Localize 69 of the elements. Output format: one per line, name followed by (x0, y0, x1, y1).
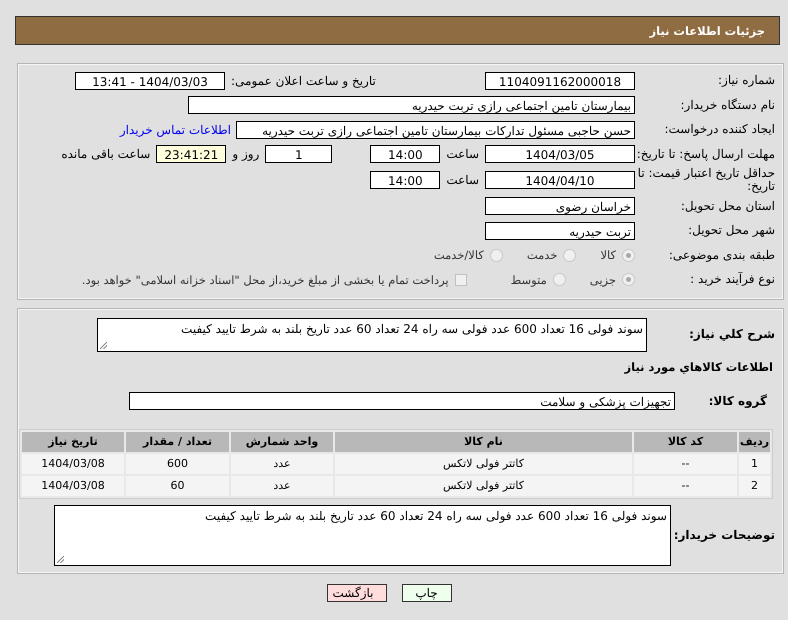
field-label: گروه کالا: (708, 394, 768, 408)
checkbox-label: پرداخت تمام یا بخشی از مبلغ خرید،از محل "اسناد خزانه اسلامی" خواهد بود. (82, 272, 449, 286)
field-label: استان محل تحویل: (680, 200, 775, 212)
table-cell: عدد (231, 454, 333, 474)
resize-grip-icon[interactable] (57, 556, 64, 562)
buyer-org-field: بیمارستان تامین اجتماعی رازی تربت حیدریه (188, 96, 635, 114)
table-cell: کاتتر فولی لاتکس (335, 476, 632, 496)
city-field: تربت حیدریه (485, 222, 635, 240)
time-label: ساعت (445, 147, 480, 161)
radio-label: جزیی (590, 272, 616, 286)
field-label: نوع فرآیند خرید : (689, 273, 775, 286)
buyer-notes-textarea[interactable]: سوند فولی 16 تعداد 600 عدد فولی سه راه 24 تعداد 60 عدد تاریخ بلند به شرط تایید کیفیت (54, 504, 671, 566)
field-label: ایجاد کننده درخواست: (663, 123, 775, 136)
days-field: 1 (265, 145, 332, 163)
requester-field: حسن حاجبی مسئول تدارکات بیمارستان تامین اجتماعی رازی تربت حیدریه (236, 120, 635, 138)
table-cell: -- (634, 454, 737, 474)
province-field: خراسان رضوی (485, 197, 635, 215)
deadline-date-field: 1404/03/05 (485, 145, 635, 163)
radio-button[interactable] (490, 248, 503, 262)
column-header: کد کالا (634, 432, 737, 452)
field-label: توضیحات خریدار: (672, 528, 775, 542)
column-header: ردیف (739, 432, 770, 452)
table-cell: کاتتر فولی لاتکس (335, 454, 632, 474)
remaining-label: ساعت باقی مانده (60, 147, 152, 161)
radio-button[interactable] (552, 273, 566, 286)
validity-time-field: 14:00 (370, 171, 440, 189)
radio-label: کالا/خدمت (434, 248, 484, 262)
goods-group-field: تجهیزات پزشکی و سلامت (129, 392, 675, 410)
contact-link[interactable]: اطلاعات تماس خریدار (120, 122, 231, 136)
description-textarea[interactable]: سوند فولی 16 تعداد 600 عدد فولی سه راه 24 تعداد 60 عدد تاریخ بلند به شرط تایید کیفیت (97, 318, 647, 352)
column-header: تعداد / مقدار (126, 432, 229, 452)
field-label: شماره نیاز: (717, 74, 775, 87)
column-header: تاریخ نیاز (22, 432, 124, 452)
need-number-field: 1104091162000018 (485, 72, 635, 90)
table-cell: 1 (739, 454, 770, 474)
time-label: ساعت (445, 173, 480, 187)
resize-grip-icon[interactable] (100, 342, 107, 348)
radio-button[interactable] (563, 248, 576, 262)
column-header: نام کالا (335, 432, 632, 452)
field-label: حداقل تاریخ اعتبار قیمت: تا تاریخ: (636, 167, 775, 193)
field-label: مهلت ارسال پاسخ: تا تاریخ: (636, 148, 775, 160)
field-label: نام دستگاه خریدار: (680, 98, 775, 112)
back-button[interactable]: بازگشت (326, 584, 386, 602)
checkbox[interactable] (454, 274, 467, 286)
validity-date-field: 1404/04/10 (485, 171, 635, 189)
page-title: جزئیات اطلاعات نیاز (649, 24, 765, 38)
table-cell: عدد (231, 476, 333, 496)
table-cell: 1404/03/08 (22, 476, 124, 496)
radio-label: کالا (600, 248, 616, 262)
table-cell: 600 (126, 454, 229, 474)
radio-button[interactable] (622, 273, 635, 286)
deadline-time-field: 14:00 (370, 145, 440, 163)
table-cell: 2 (739, 476, 770, 496)
days-label: روز و (230, 147, 260, 161)
field-label: شهر محل تحویل: (687, 224, 775, 237)
radio-label: متوسط (510, 272, 547, 286)
field-label: تاریخ و ساعت اعلان عمومی: (230, 74, 377, 88)
table-cell: 60 (126, 476, 229, 496)
remaining-time-field: 23:41:21 (156, 145, 226, 163)
print-button[interactable]: چاپ (402, 584, 452, 602)
radio-button[interactable] (622, 248, 635, 262)
radio-label: خدمت (526, 248, 558, 262)
section-title: اطلاعات کالاهاي مورد نياز (623, 360, 774, 374)
table-cell: 1404/03/08 (22, 454, 124, 474)
table-cell: -- (634, 476, 737, 496)
announce-date-field: 1404/03/03 - 13:41 (75, 72, 225, 90)
field-label: طبقه بندی موضوعی: (668, 248, 775, 262)
column-header: واحد شمارش (231, 432, 333, 452)
field-label: شرح کلي نياز: (688, 328, 775, 341)
